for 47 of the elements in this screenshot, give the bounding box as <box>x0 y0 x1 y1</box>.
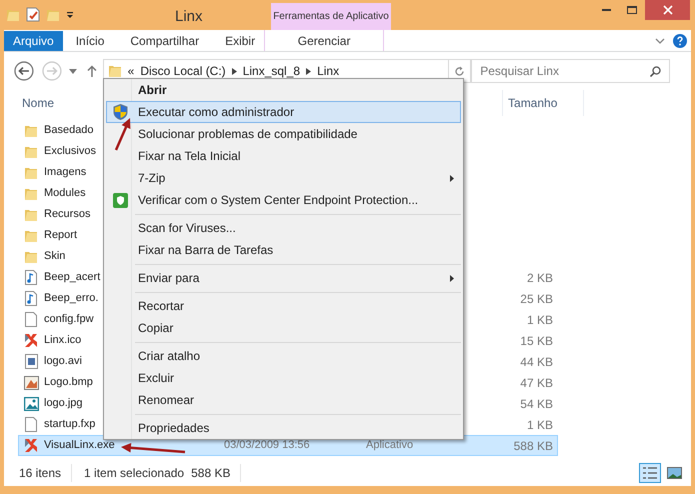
file-size: 15 KB <box>520 332 554 350</box>
file-name: Modules <box>44 186 86 202</box>
menu-label: Copiar <box>138 320 174 337</box>
file-name: config.fpw <box>44 312 94 328</box>
file-name: Report <box>44 228 78 244</box>
menu-label: Verificar com o System Center Endpoint Protection... <box>138 192 418 209</box>
menu-label: Executar como administrador <box>138 104 294 121</box>
menu-label: Enviar para <box>138 270 200 287</box>
file-name: Recursos <box>44 207 90 222</box>
menu-label: Renomear <box>138 392 194 409</box>
item-count: 16 itens <box>19 464 72 482</box>
file-size: 588 KB <box>514 438 554 454</box>
file-name: logo.avi <box>44 354 82 370</box>
file-size: 54 KB <box>520 396 554 412</box>
file-name: startup.fxp <box>44 417 96 432</box>
selection-status: 1 item selecionado <box>84 465 184 482</box>
menu-label: Abrir <box>138 82 167 99</box>
file-size: 44 KB <box>520 354 554 370</box>
menu-label: Fixar na Barra de Tarefas <box>138 242 274 259</box>
menu-label: Scan for Viruses... <box>138 220 236 237</box>
file-name: Imagens <box>44 165 86 180</box>
menu-label: 7-Zip <box>138 170 166 187</box>
file-size: 25 KB <box>520 290 554 308</box>
menu-label: Fixar na Tela Inicial <box>138 148 240 165</box>
file-name: Exclusivos <box>44 144 96 160</box>
file-name: Beep_acert <box>44 270 100 286</box>
menu-label: Solucionar problemas de compatibilidade <box>138 126 358 143</box>
file-name: Logo.bmp <box>44 375 93 390</box>
window-title: Linx <box>175 7 203 27</box>
file-size: 1 KB <box>526 416 554 434</box>
file-name: Basedado <box>44 123 94 138</box>
selection-size: 588 KB <box>191 464 242 482</box>
context-tab-header: Ferramentas de Aplicativo <box>271 3 391 30</box>
file-size: 47 KB <box>520 374 554 392</box>
file-name: logo.jpg <box>44 396 83 412</box>
menu-label: Propriedades <box>138 420 210 437</box>
file-size: 1 KB <box>526 312 554 328</box>
menu-label: Criar atalho <box>138 348 200 365</box>
file-type: Aplicativo <box>366 438 414 454</box>
file-name: VisualLinx.exe <box>44 438 115 454</box>
menu-label: Excluir <box>138 370 174 387</box>
file-name: Skin <box>44 249 66 264</box>
file-date: 03/03/2009 13:56 <box>224 438 310 454</box>
file-name: Beep_erro. <box>44 291 98 306</box>
file-name: Linx.ico <box>44 333 82 348</box>
menu-label: Recortar <box>138 298 184 315</box>
file-size: 2 KB <box>526 270 554 286</box>
